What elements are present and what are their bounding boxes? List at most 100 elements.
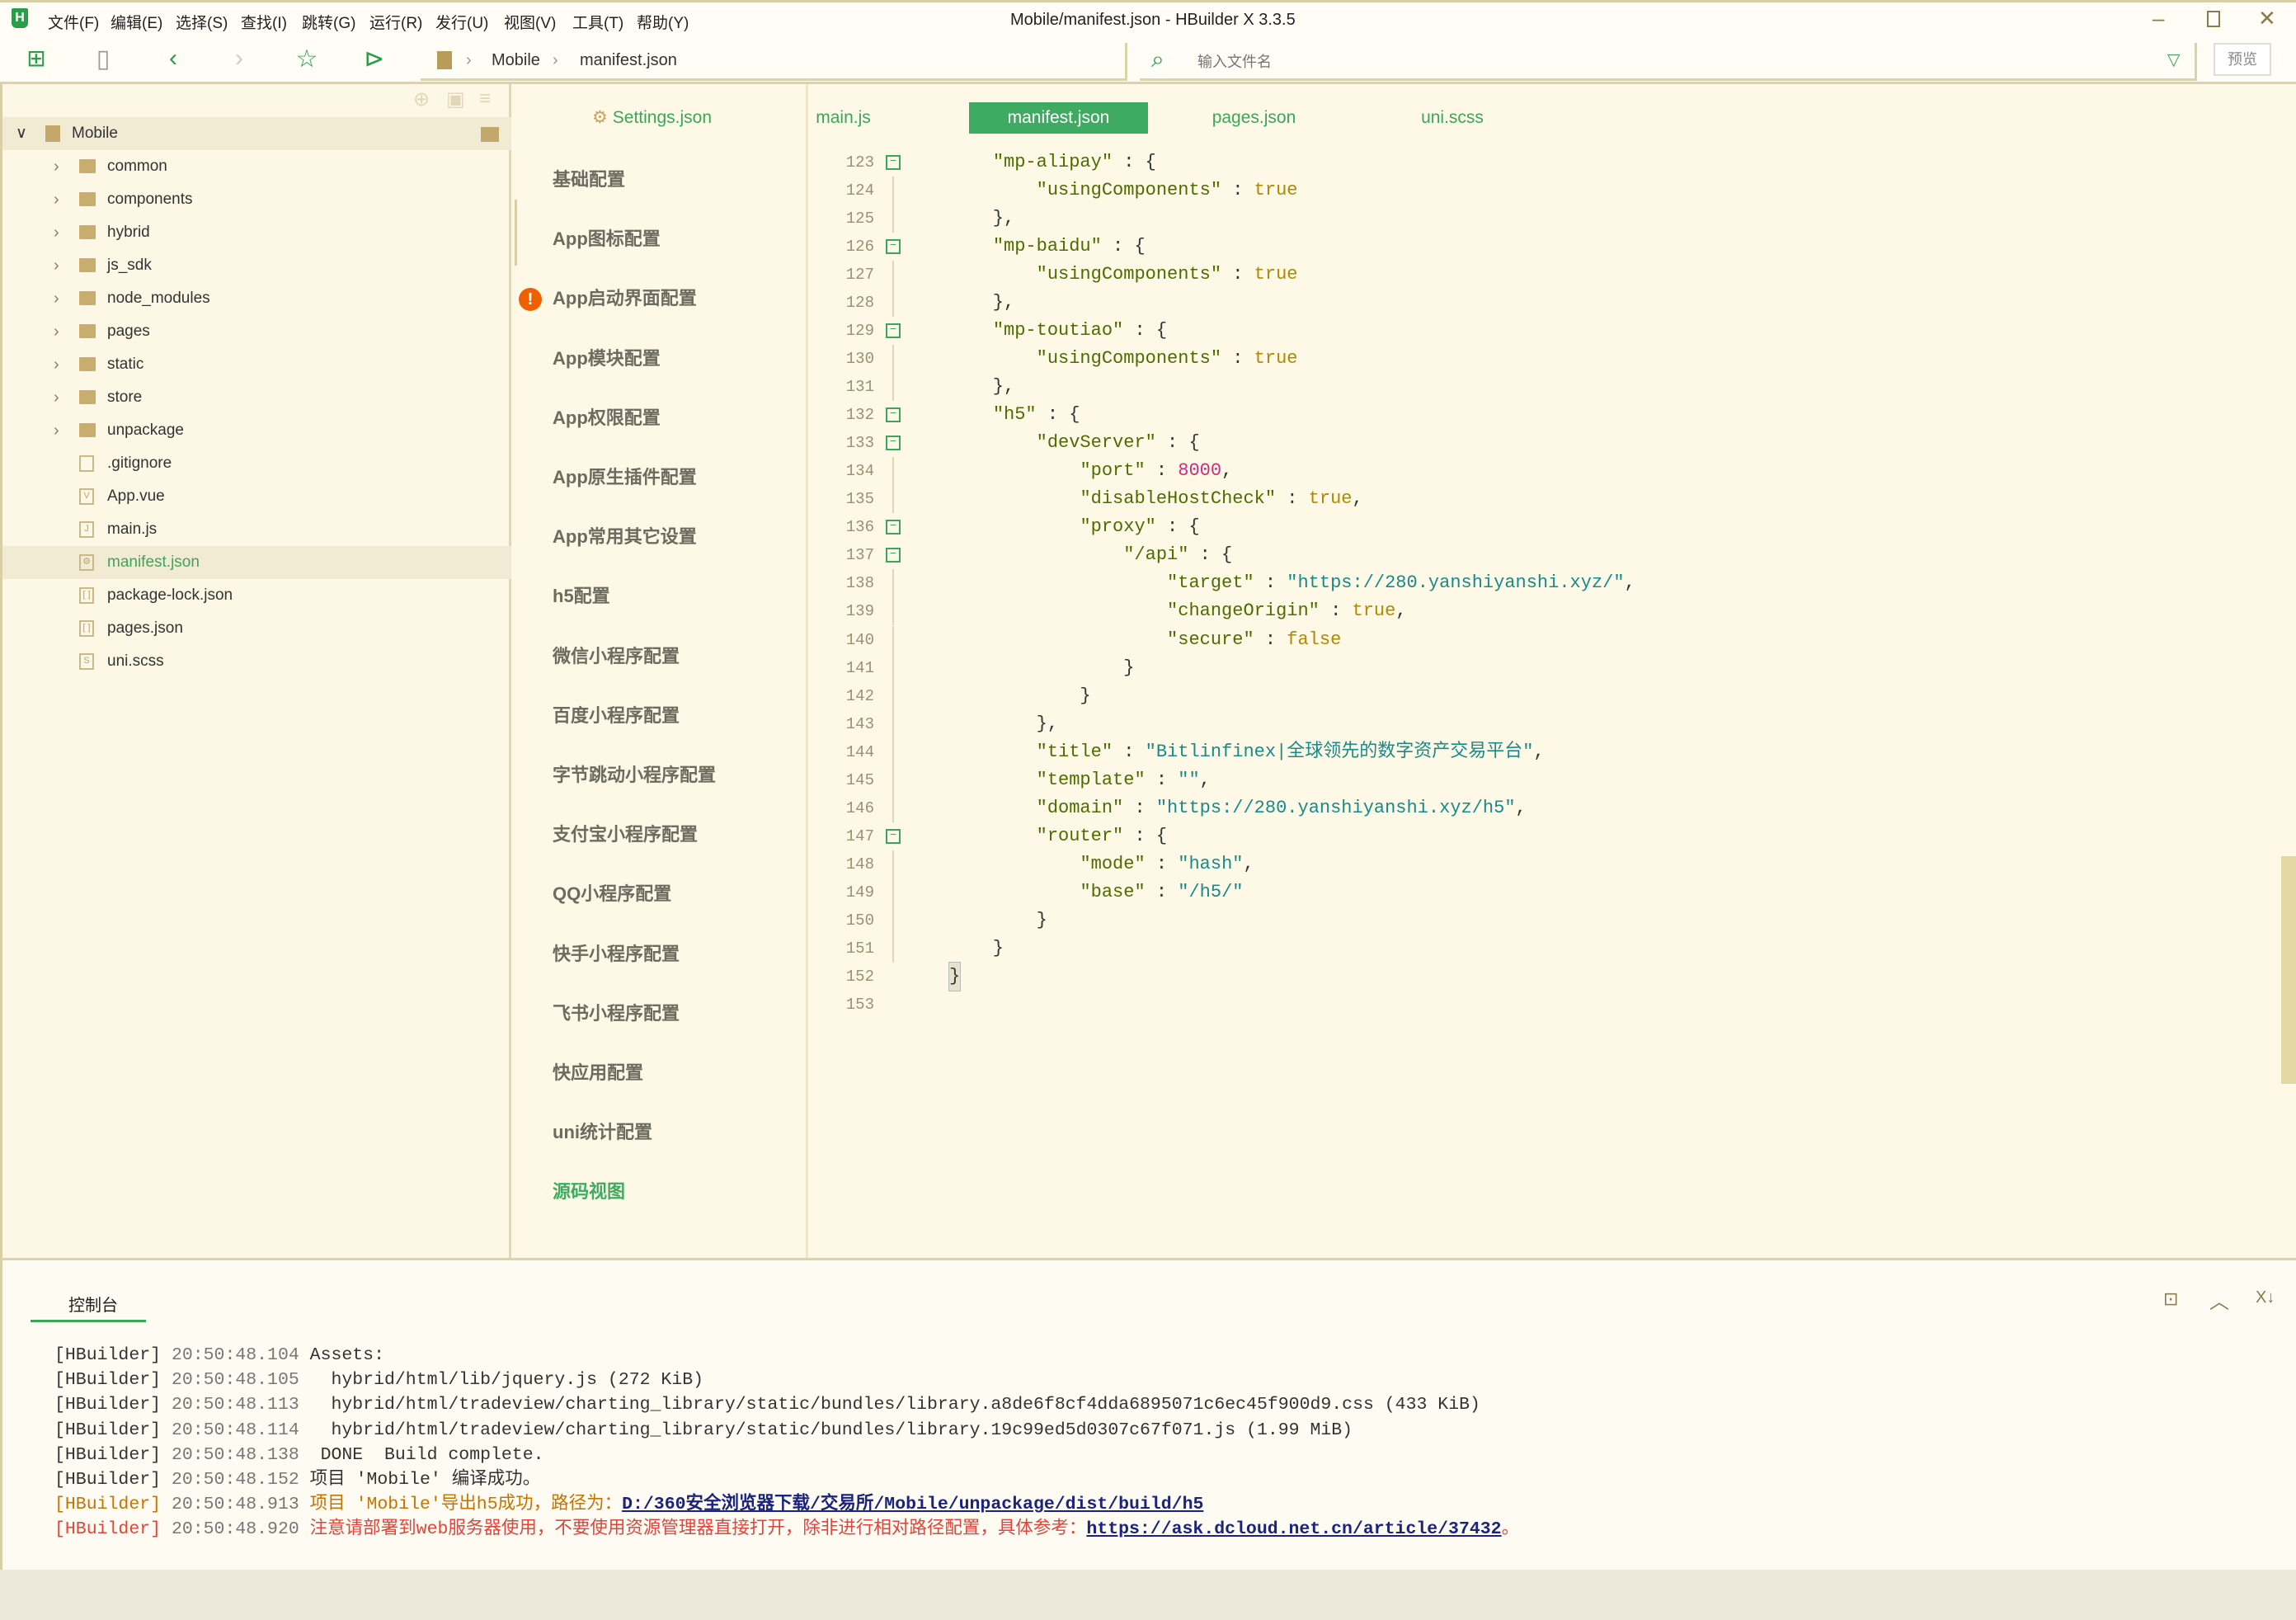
gear-icon: ⚙ [591,108,608,127]
preview-button[interactable]: 预览 [2214,43,2271,76]
config-nav-item[interactable]: uni统计配置 [553,1118,652,1144]
tree-item[interactable]: › components [2,183,511,216]
tab-pages-json[interactable]: pages.json [1175,102,1333,134]
tree-item[interactable]: › unpackage [2,414,511,447]
config-nav-item[interactable]: App常用其它设置 [553,522,697,549]
code-line: 145 "template" : "", [825,765,2227,794]
tree-item[interactable]: › store [2,381,511,414]
new-file-icon[interactable]: ⊞ [20,45,53,72]
collapse-icon[interactable]: ▣ [446,87,465,111]
config-nav-item[interactable]: App图标配置 [553,224,661,251]
menu-item[interactable]: 选择(S) [176,11,228,33]
fold-toggle-icon[interactable]: − [886,239,901,255]
fold-toggle-icon[interactable]: − [886,323,901,339]
tab-settings-json[interactable]: ⚙ Settings.json [567,102,737,134]
menu-item[interactable]: 跳转(G) [302,11,355,33]
fold-toggle-icon[interactable]: − [886,520,901,535]
line-number: 141 [845,658,874,677]
menu-item[interactable]: 文件(F) [48,11,99,33]
file-search-input[interactable] [1197,49,2105,74]
line-number: 143 [845,714,874,733]
config-nav-item[interactable]: 百度小程序配置 [553,701,680,728]
code-token: "/api" [1123,544,1189,566]
clear-console-icon[interactable]: X↓ [2256,1288,2275,1307]
minimize-button[interactable]: – [2152,6,2164,31]
console-line: [HBuilder] 20:50:48.113 hybrid/html/trad… [54,1392,1480,1417]
fold-toggle-icon[interactable]: − [886,155,901,170]
tree-item[interactable]: › js_sdk [2,249,511,282]
config-nav-item[interactable]: 基础配置 [553,165,625,191]
console-tab[interactable]: 控制台 [68,1292,118,1316]
config-nav-item[interactable]: 快应用配置 [553,1058,643,1085]
fold-toggle-icon[interactable]: − [886,548,901,563]
log-link[interactable]: D:/360安全浏览器下载/交易所/Mobile/unpackage/dist/… [622,1495,1203,1514]
tree-item[interactable]: Jmain.js [2,513,511,546]
breadcrumb-item[interactable]: Mobile [492,51,540,70]
breadcrumb-item[interactable]: manifest.json [580,51,677,70]
filter-icon[interactable]: ▽ [2167,49,2180,70]
log-link[interactable]: https://ask.dcloud.net.cn/article/37432 [1086,1519,1501,1539]
tree-item[interactable]: › static [2,348,511,381]
menu-item[interactable]: 帮助(Y) [637,11,689,33]
config-nav-item[interactable]: QQ小程序配置 [553,879,671,906]
tree-item[interactable]: › common [2,150,511,183]
config-nav-item[interactable]: 支付宝小程序配置 [553,820,698,846]
menu-item[interactable]: 工具(T) [572,11,623,33]
back-icon[interactable]: ‹ [157,45,190,73]
line-number: 126 [845,238,874,257]
fold-toggle-icon[interactable]: − [886,436,901,451]
forward-icon[interactable]: › [223,45,256,73]
config-nav-item[interactable]: App原生插件配置 [553,463,697,489]
close-button[interactable]: ✕ [2258,6,2276,31]
tree-item[interactable]: V App.vue [2,480,511,513]
menu-item[interactable]: 视图(V) [504,11,556,33]
chevron-up-icon[interactable]: ︿ [2209,1285,2229,1314]
tree-item[interactable]: .gitignore [2,447,511,480]
tab-main-js[interactable]: main.js [771,102,915,134]
config-nav-item[interactable]: 字节跳动小程序配置 [553,761,716,787]
tree-item[interactable]: [ ] pages.json [2,612,511,645]
config-nav-item[interactable]: App权限配置 [553,403,661,430]
tree-item[interactable]: › node_modules [2,282,511,315]
maximize-button[interactable] [2207,11,2220,27]
star-icon[interactable]: ☆ [290,45,323,73]
tab-manifest-json[interactable]: manifest.json [969,102,1148,134]
run-icon[interactable]: ⊳ [358,45,391,73]
config-nav-item[interactable]: App启动界面配置 [553,284,697,310]
locate-icon[interactable]: ⊕ [413,87,430,111]
config-nav-item[interactable]: App模块配置 [553,344,661,370]
file-search[interactable]: ⌕ ▽ [1140,43,2197,81]
console-line: [HBuilder] 20:50:48.138 DONE Build compl… [54,1443,544,1467]
config-nav-item[interactable]: h5配置 [553,582,610,608]
code-area[interactable]: 123− "mp-alipay" : {124 "usingComponents… [825,148,2276,1056]
config-nav-item[interactable]: 快手小程序配置 [553,940,680,966]
fold-toggle-icon[interactable]: − [886,407,901,423]
menu-item[interactable]: 编辑(E) [111,11,162,33]
config-nav-item[interactable]: 飞书小程序配置 [553,999,680,1025]
tree-item[interactable]: › hybrid [2,216,511,249]
config-nav-item[interactable]: 源码视图 [553,1177,625,1203]
title-bar: H 文件(F) 编辑(E) 选择(S) 查找(I) 跳转(G) 运行(R) 发行(U) 视图(… [0,0,2296,38]
tab-uni-scss[interactable]: uni.scss [1374,102,1531,134]
save-icon[interactable]: ▯ [87,45,120,73]
editor-scrollbar[interactable] [2281,856,2296,1084]
code-token: "hash" [1178,853,1244,874]
tree-item[interactable]: [ ] package-lock.json [2,579,511,612]
menu-item[interactable]: 发行(U) [435,11,488,33]
fold-toggle-icon[interactable]: − [886,828,901,844]
new-terminal-icon[interactable]: ⊡ [2163,1288,2178,1310]
menu-item[interactable]: 运行(R) [369,11,422,33]
tree-project-root[interactable]: ∨ Mobile [2,117,511,150]
code-line: 147− "router" : { [825,822,2227,850]
tree-item[interactable]: Suni.scss [2,645,511,678]
config-nav-item[interactable]: 微信小程序配置 [553,642,680,668]
menu-item[interactable]: 查找(I) [241,11,287,33]
chevron-right-icon: › [54,323,59,341]
menu-icon[interactable]: ≡ [479,87,491,111]
tree-item[interactable]: › pages [2,315,511,348]
tree-item[interactable]: ⚙ manifest.json [2,546,511,579]
fold-guide [892,709,894,738]
code-token: : { [1101,236,1146,257]
